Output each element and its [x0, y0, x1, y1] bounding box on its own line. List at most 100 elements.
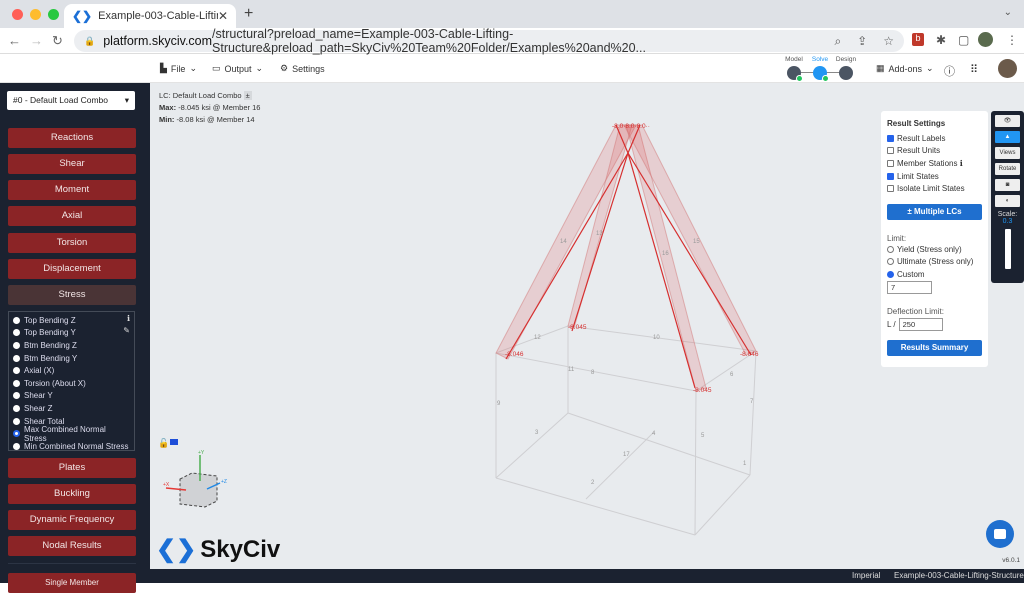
- eye-icon[interactable]: 👁: [995, 115, 1020, 127]
- maximize-window-button[interactable]: [48, 9, 59, 20]
- extensions-puzzle-icon[interactable]: ✱: [936, 33, 946, 47]
- bookmark-star-icon[interactable]: ☆: [883, 34, 894, 49]
- 3d-viewport[interactable]: LC: Default Load Combo ± Max: -8.045 ksi…: [150, 83, 1024, 569]
- stress-option[interactable]: Top Bending Y: [13, 327, 130, 340]
- option-label: Torsion (About X): [24, 378, 86, 388]
- result-units-checkbox[interactable]: Result Units: [887, 145, 982, 158]
- rotate-button[interactable]: Rotate: [995, 163, 1020, 175]
- units-label[interactable]: Imperial: [852, 571, 880, 580]
- member-stations-checkbox[interactable]: Member Stations ℹ: [887, 157, 982, 170]
- zoom-icon[interactable]: ⌕: [834, 34, 841, 49]
- tab-search-chevron-icon[interactable]: ⌄: [1004, 7, 1012, 18]
- reload-icon[interactable]: ↻: [52, 33, 63, 49]
- addons-menu[interactable]: ▦ Add-ons ⌄: [876, 63, 934, 74]
- reactions-button[interactable]: Reactions: [8, 128, 136, 148]
- axial-button[interactable]: Axial: [8, 206, 136, 226]
- profile-avatar[interactable]: [978, 32, 993, 47]
- option-label: Shear Z: [24, 403, 53, 413]
- extension-icon[interactable]: b: [912, 33, 924, 46]
- chevron-down-icon: ⌄: [926, 63, 934, 73]
- option-label: Shear Y: [24, 391, 53, 401]
- isolate-limit-states-checkbox[interactable]: Isolate Limit States: [887, 182, 982, 195]
- member-labels: 14 13 16 15 12 10 11 8 6 9 3 4 17 2 5 7 …: [497, 231, 754, 486]
- result-settings-title: Result Settings: [887, 119, 946, 128]
- custom-limit-input[interactable]: 7: [887, 280, 932, 294]
- radio-icon: [13, 417, 20, 425]
- scale-slider[interactable]: [1004, 229, 1011, 269]
- lock-icon[interactable]: 🔓: [158, 437, 169, 448]
- stress-option[interactable]: Btm Bending Z: [13, 339, 130, 352]
- shear-button[interactable]: Shear: [8, 154, 136, 174]
- help-icon[interactable]: ⓘ: [944, 63, 955, 79]
- yield-radio[interactable]: Yield (Stress only): [887, 243, 982, 256]
- stress-option[interactable]: Shear Z: [13, 402, 130, 415]
- close-window-button[interactable]: [12, 9, 23, 20]
- stress-option[interactable]: Shear Y: [13, 390, 130, 403]
- stress-option[interactable]: Top Bending Z: [13, 314, 130, 327]
- nodal-results-button[interactable]: Nodal Results: [8, 536, 136, 556]
- ultimate-radio[interactable]: Ultimate (Stress only): [887, 256, 982, 269]
- stress-option[interactable]: Axial (X): [13, 364, 130, 377]
- load-combo-select[interactable]: #0 - Default Load Combo ▾: [7, 91, 135, 110]
- browser-menu-icon[interactable]: ⋮: [1006, 33, 1018, 47]
- step-model-label: Model: [785, 56, 803, 63]
- radio-icon: [13, 341, 20, 349]
- plates-button[interactable]: Plates: [8, 458, 136, 478]
- view-cube[interactable]: 🔓 +Y +X +Z: [158, 437, 227, 508]
- divider: [8, 563, 136, 564]
- checkbox-icon: [887, 147, 894, 155]
- output-label: Output: [224, 63, 252, 74]
- results-summary-button[interactable]: Results Summary: [887, 339, 982, 356]
- address-bar[interactable]: 🔒 platform.skyciv.com/structural?preload…: [74, 27, 904, 55]
- moment-button[interactable]: Moment: [8, 180, 136, 200]
- new-tab-icon[interactable]: +: [244, 5, 253, 23]
- buckling-button[interactable]: Buckling: [8, 484, 136, 504]
- tab-title: Example-003-Cable-Lifting-St: [98, 10, 218, 22]
- camera-icon[interactable]: ◙: [995, 179, 1020, 191]
- option-label: Max Combined Normal Stress: [24, 424, 106, 443]
- camera-mode-icon[interactable]: [170, 439, 178, 445]
- file-menu[interactable]: ▙ File ⌄: [160, 63, 197, 74]
- chat-icon: [994, 529, 1006, 539]
- radio-label: Ultimate (Stress only): [897, 257, 974, 267]
- radio-label: Custom: [897, 269, 925, 279]
- mountain-icon[interactable]: ▲: [995, 131, 1020, 143]
- views-button[interactable]: Views: [995, 147, 1020, 159]
- step-design-button[interactable]: [839, 66, 853, 80]
- info-icon[interactable]: ℹ: [960, 159, 963, 168]
- multiple-lcs-button[interactable]: ± Multiple LCs: [887, 203, 982, 220]
- globe-icon[interactable]: ◐: [995, 195, 1020, 207]
- step-solve-button[interactable]: [813, 66, 829, 82]
- dynamic-frequency-button[interactable]: Dynamic Frequency: [8, 510, 136, 530]
- result-labels-checkbox[interactable]: Result Labels: [887, 132, 982, 145]
- paint-brush-icon[interactable]: ✎: [123, 326, 130, 335]
- back-icon[interactable]: ←: [8, 33, 21, 48]
- output-menu[interactable]: ▭ Output ⌄: [212, 63, 263, 74]
- deflection-limit-input[interactable]: 250: [898, 317, 943, 331]
- close-tab-icon[interactable]: ✕: [218, 9, 228, 23]
- displacement-button[interactable]: Displacement: [8, 259, 136, 279]
- checkbox-label: Member Stations: [897, 158, 958, 168]
- stress-option-selected[interactable]: Max Combined Normal Stress: [13, 424, 130, 443]
- limit-states-checkbox[interactable]: Limit States: [887, 170, 982, 183]
- browser-tab[interactable]: ❮❯ Example-003-Cable-Lifting-St ✕: [64, 4, 236, 28]
- stress-button[interactable]: Stress: [8, 285, 136, 305]
- user-avatar[interactable]: [998, 59, 1017, 78]
- minimize-window-button[interactable]: [30, 9, 41, 20]
- step-model-button[interactable]: [787, 66, 803, 82]
- stress-option[interactable]: Min Combined Normal Stress: [13, 440, 130, 453]
- custom-radio[interactable]: Custom: [887, 268, 982, 281]
- single-member-button[interactable]: Single Member: [8, 573, 136, 593]
- info-icon[interactable]: ℹ: [127, 314, 130, 323]
- stress-option[interactable]: Btm Bending Y: [13, 352, 130, 365]
- stress-option[interactable]: Torsion (About X): [13, 377, 130, 390]
- apps-grid-icon[interactable]: ⠿: [970, 63, 978, 76]
- torsion-button[interactable]: Torsion: [8, 233, 136, 253]
- browser-tab-bar: ❮❯ Example-003-Cable-Lifting-St ✕ + ⌄: [0, 0, 1024, 28]
- result-labels: -8.0·8.0·8.0·· -8.046 -8.045 -8.045 -8.0…: [505, 123, 759, 394]
- share-icon[interactable]: ⇪: [857, 34, 867, 49]
- settings-menu[interactable]: ⚙ Settings: [280, 63, 325, 74]
- forward-icon[interactable]: →: [30, 33, 43, 48]
- chat-button[interactable]: [986, 520, 1014, 548]
- side-panel-icon[interactable]: ▢: [958, 33, 969, 47]
